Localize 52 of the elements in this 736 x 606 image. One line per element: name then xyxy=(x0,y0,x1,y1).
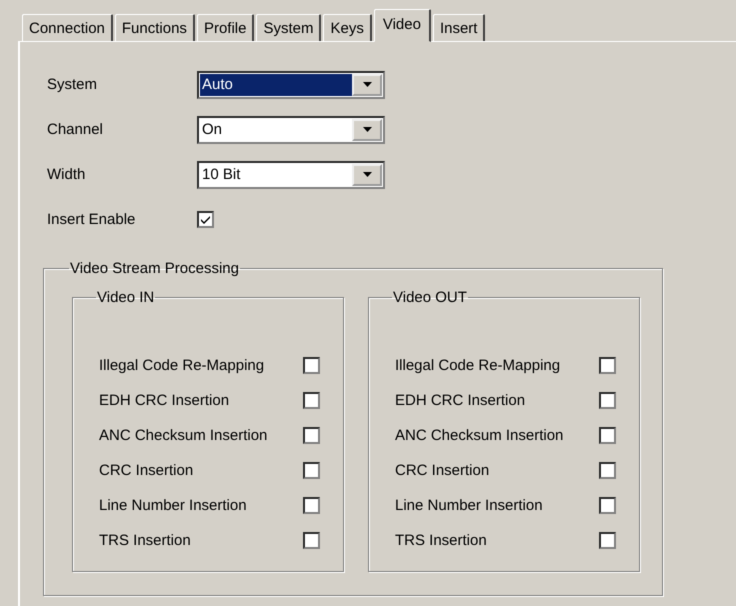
option-label: EDH CRC Insertion xyxy=(395,392,526,409)
tab[interactable]: Video xyxy=(374,9,431,42)
checkbox[interactable] xyxy=(303,462,320,479)
checkbox[interactable] xyxy=(197,211,214,228)
checkbox[interactable] xyxy=(599,532,616,549)
field-label: Width xyxy=(47,166,86,183)
check-icon xyxy=(201,215,210,224)
caret-icon xyxy=(362,127,372,132)
option-label: TRS Insertion xyxy=(395,532,488,549)
option-label: TRS Insertion xyxy=(99,532,192,549)
dropdown-button[interactable] xyxy=(352,74,382,96)
caret-icon xyxy=(362,172,372,177)
tab[interactable]: System xyxy=(256,14,322,41)
checkbox[interactable] xyxy=(303,427,320,444)
group-title: Video IN xyxy=(96,289,156,306)
group-title: Video Stream Processing xyxy=(69,260,240,277)
checkbox[interactable] xyxy=(303,532,320,549)
dropdown-value: Auto xyxy=(200,74,352,96)
dropdown-button[interactable] xyxy=(352,118,382,140)
option-label: Line Number Insertion xyxy=(99,497,248,514)
option-label: EDH CRC Insertion xyxy=(99,392,230,409)
field-label: Channel xyxy=(47,121,104,138)
checkbox[interactable] xyxy=(303,357,320,374)
option-label: Illegal Code Re-Mapping xyxy=(99,357,266,374)
caret-icon xyxy=(362,82,372,87)
checkbox[interactable] xyxy=(599,497,616,514)
checkbox[interactable] xyxy=(303,497,320,514)
dropdown-value: 10 Bit xyxy=(201,164,242,184)
checkbox[interactable] xyxy=(303,392,320,409)
dropdown-value: On xyxy=(201,120,224,140)
checkbox[interactable] xyxy=(599,462,616,479)
dropdown[interactable]: On xyxy=(197,116,385,144)
tab[interactable]: Insert xyxy=(432,14,486,41)
tab[interactable]: Functions xyxy=(114,14,195,41)
checkbox[interactable] xyxy=(599,392,616,409)
dropdown[interactable]: 10 Bit xyxy=(197,160,385,188)
option-label: Illegal Code Re-Mapping xyxy=(395,357,562,374)
option-label: CRC Insertion xyxy=(99,462,194,479)
tab[interactable]: Keys xyxy=(323,14,372,41)
dropdown-button[interactable] xyxy=(352,164,382,186)
checkbox[interactable] xyxy=(599,357,616,374)
field-label: System xyxy=(47,76,98,93)
option-label: Line Number Insertion xyxy=(395,497,544,514)
checkbox[interactable] xyxy=(599,427,616,444)
field-label: Insert Enable xyxy=(47,211,136,228)
dropdown[interactable]: Auto xyxy=(197,70,385,98)
option-label: CRC Insertion xyxy=(395,462,490,479)
option-label: ANC Checksum Insertion xyxy=(99,427,268,444)
tab[interactable]: Profile xyxy=(196,14,254,41)
option-label: ANC Checksum Insertion xyxy=(395,427,564,444)
tab[interactable]: Connection xyxy=(22,14,113,41)
group-title: Video OUT xyxy=(392,289,468,306)
